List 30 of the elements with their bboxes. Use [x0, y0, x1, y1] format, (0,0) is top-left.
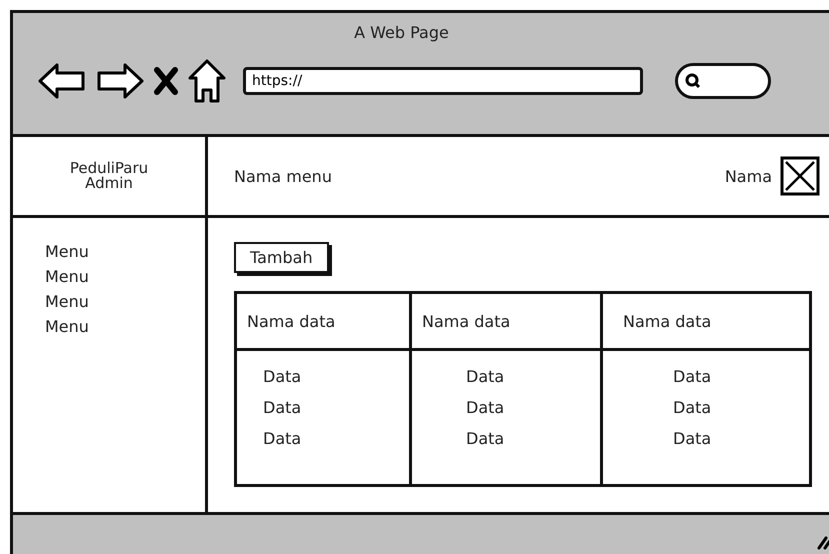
- column-header: Nama data: [412, 294, 600, 351]
- user-name: Nama: [724, 166, 772, 186]
- forward-icon[interactable]: [95, 61, 145, 101]
- image-placeholder-icon: [780, 156, 820, 196]
- table-cell-text: Data: [263, 398, 302, 417]
- search-field[interactable]: [675, 63, 771, 99]
- table-cell-text: Data: [466, 429, 506, 448]
- table-cell-text: Data: [673, 429, 712, 448]
- table-cell-text: Data: [263, 429, 302, 448]
- back-icon[interactable]: [37, 61, 87, 101]
- page-title: Nama menu: [234, 166, 333, 186]
- brand-label: PeduliParu Admin: [13, 137, 205, 218]
- column-header: Nama data: [603, 294, 809, 351]
- menu-item[interactable]: Menu: [45, 242, 205, 261]
- menu-item[interactable]: Menu: [45, 317, 205, 336]
- resize-grip-icon: [816, 534, 829, 550]
- table-cell-text: Data: [466, 398, 506, 417]
- table-cell-text: Data: [673, 367, 712, 386]
- address-field[interactable]: https://: [243, 67, 643, 95]
- search-icon: [684, 72, 702, 90]
- table-cell-text: Data: [673, 398, 712, 417]
- table-cell-text: Data: [466, 367, 506, 386]
- menu-item[interactable]: Menu: [45, 292, 205, 311]
- window-title: A Web Page: [353, 22, 450, 42]
- home-icon[interactable]: [187, 58, 227, 104]
- table-cell-text: Data: [263, 367, 302, 386]
- menu-item[interactable]: Menu: [45, 267, 205, 286]
- add-button[interactable]: Tambah: [234, 242, 329, 273]
- close-icon[interactable]: [153, 66, 179, 96]
- column-header: Nama data: [237, 294, 409, 351]
